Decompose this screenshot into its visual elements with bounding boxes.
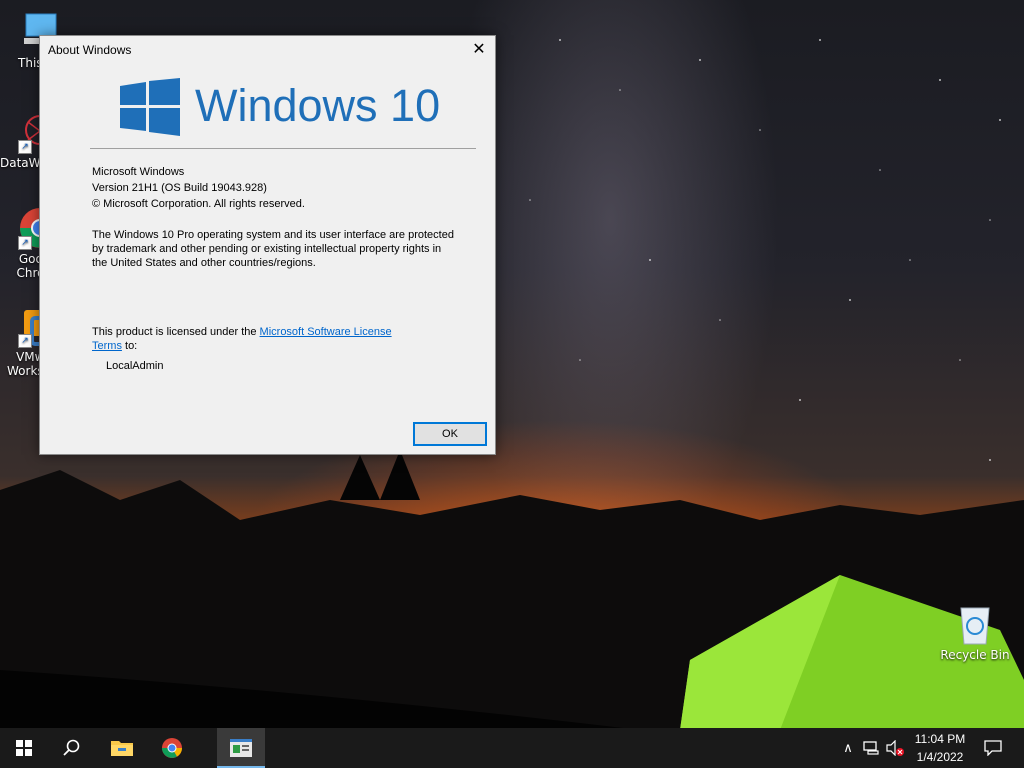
windows-brand-text: Windows 10 bbox=[195, 80, 441, 131]
folder-icon bbox=[111, 741, 133, 756]
action-center-button[interactable] bbox=[978, 728, 1008, 768]
copyright-text: © Microsoft Corporation. All rights rese… bbox=[92, 198, 305, 210]
close-icon: ✕ bbox=[472, 41, 486, 58]
chevron-up-icon: ∧ bbox=[843, 740, 853, 756]
system-clock[interactable]: 11:04 PM 1/4/2022 bbox=[900, 730, 980, 766]
wallpaper-landscape bbox=[0, 450, 1024, 768]
show-hidden-icons-button[interactable]: ∧ bbox=[838, 728, 858, 768]
legal-line: the United States and other countries/re… bbox=[92, 257, 316, 269]
license-text: This product is licensed under the Micro… bbox=[92, 325, 392, 353]
windows-start-icon bbox=[16, 740, 32, 756]
legal-line: by trademark and other pending or existi… bbox=[92, 243, 442, 255]
dialog-title: About Windows bbox=[48, 43, 132, 57]
about-windows-dialog: About Windows ✕ Windows 10 Microsoft Win… bbox=[39, 35, 496, 455]
recycle-bin-icon bbox=[953, 602, 997, 646]
taskbar: ∧ 11:04 PM 1/4/2022 bbox=[0, 728, 1024, 768]
clock-time: 11:04 PM bbox=[914, 732, 966, 746]
search-icon bbox=[63, 739, 80, 756]
legal-line: The Windows 10 Pro operating system and … bbox=[92, 229, 454, 241]
notification-icon bbox=[984, 740, 1002, 756]
network-button[interactable] bbox=[860, 728, 884, 768]
start-button[interactable] bbox=[0, 728, 48, 768]
shortcut-arrow-icon: ↗ bbox=[18, 334, 32, 348]
search-button[interactable] bbox=[48, 728, 96, 768]
licensee-name: LocalAdmin bbox=[106, 360, 164, 372]
clock-date: 1/4/2022 bbox=[916, 750, 964, 764]
windows-logo-icon bbox=[120, 78, 180, 136]
product-name: Microsoft Windows bbox=[92, 166, 185, 178]
license-prefix: This product is licensed under the bbox=[92, 326, 260, 338]
taskbar-chrome[interactable] bbox=[148, 728, 196, 768]
legal-text: The Windows 10 Pro operating system and … bbox=[92, 228, 454, 270]
close-button[interactable]: ✕ bbox=[463, 36, 495, 64]
winver-icon bbox=[230, 739, 252, 757]
taskbar-file-explorer[interactable] bbox=[98, 728, 146, 768]
divider bbox=[90, 148, 476, 149]
taskbar-about-windows[interactable] bbox=[217, 728, 265, 768]
version-text: Version 21H1 (OS Build 19043.928) bbox=[92, 182, 267, 194]
chrome-icon bbox=[162, 738, 182, 758]
shortcut-arrow-icon: ↗ bbox=[18, 236, 32, 250]
license-terms-link-2[interactable]: Terms bbox=[92, 340, 122, 352]
desktop-icon-recycle-bin[interactable]: Recycle Bin bbox=[935, 602, 1015, 662]
ok-button[interactable]: OK bbox=[413, 422, 487, 446]
network-icon bbox=[863, 741, 879, 755]
desktop-icon-label: Recycle Bin bbox=[940, 648, 1010, 662]
version-info: Microsoft Windows Version 21H1 (OS Build… bbox=[92, 164, 305, 212]
license-suffix: to: bbox=[121, 340, 138, 352]
license-terms-link[interactable]: Microsoft Software License bbox=[260, 326, 392, 338]
shortcut-arrow-icon: ↗ bbox=[18, 140, 32, 154]
